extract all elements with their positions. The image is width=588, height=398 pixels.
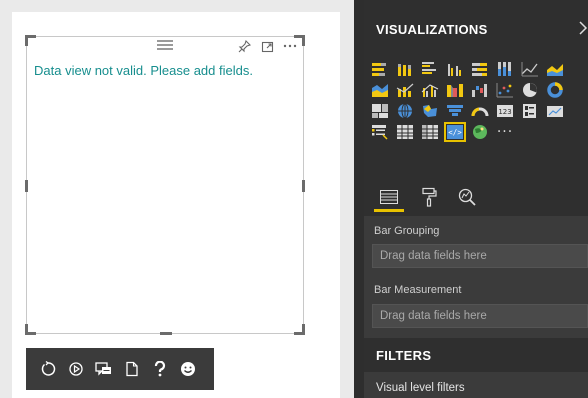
fields-tab-icon[interactable] (372, 182, 406, 212)
more-visuals-icon[interactable]: ··· (495, 123, 515, 141)
pane-separator[interactable] (354, 0, 364, 398)
visualization-gallery: 123 </> ··· (364, 58, 588, 176)
kpi-icon[interactable] (545, 102, 565, 120)
stacked-column-chart-icon[interactable] (395, 60, 415, 78)
table-icon[interactable] (395, 123, 415, 141)
filled-map-icon[interactable] (420, 102, 440, 120)
resize-handle-top-left[interactable] (25, 35, 36, 46)
multi-row-card-icon[interactable] (520, 102, 540, 120)
clustered-column-chart-icon[interactable] (445, 60, 465, 78)
funnel-chart-icon[interactable] (445, 102, 465, 120)
drag-handle-icon[interactable] (157, 40, 173, 50)
svg-text:123: 123 (498, 108, 511, 116)
format-tab-icon[interactable] (412, 182, 446, 212)
bar-measurement-placeholder: Drag data fields here (380, 310, 487, 322)
card-icon[interactable]: 123 (495, 102, 515, 120)
play-icon[interactable] (64, 357, 88, 381)
waterfall-chart-icon[interactable] (470, 81, 490, 99)
field-wells: Bar Grouping Drag data fields here Bar M… (364, 216, 588, 334)
help-icon[interactable] (148, 357, 172, 381)
chevron-right-icon[interactable] (578, 20, 588, 39)
visual-level-filters-label: Visual level filters (376, 382, 465, 394)
clustered-bar-chart-icon[interactable] (420, 60, 440, 78)
visualizations-header: VISUALIZATIONS (364, 0, 588, 58)
bar-measurement-dropzone[interactable]: Drag data fields here (372, 304, 588, 328)
resize-handle-right[interactable] (302, 180, 305, 192)
filters-body: Visual level filters (364, 372, 588, 398)
100-stacked-column-chart-icon[interactable] (495, 60, 515, 78)
stacked-area-chart-icon[interactable] (370, 81, 390, 99)
more-options-icon[interactable] (283, 39, 297, 53)
donut-chart-icon[interactable] (545, 81, 565, 99)
ribbon-chart-icon[interactable] (445, 81, 465, 99)
custom-visual-container[interactable]: Data view not valid. Please add fields. (25, 35, 305, 335)
map-icon[interactable] (395, 102, 415, 120)
smiley-icon[interactable] (176, 357, 200, 381)
analytics-tab-icon[interactable] (450, 182, 484, 212)
invalid-data-message: Data view not valid. Please add fields. (34, 63, 253, 78)
scatter-chart-icon[interactable] (495, 81, 515, 99)
export-icon[interactable] (120, 357, 144, 381)
comment-icon[interactable] (92, 357, 116, 381)
matrix-icon[interactable] (420, 123, 440, 141)
slicer-icon[interactable] (370, 123, 390, 141)
resize-handle-bottom-right[interactable] (294, 324, 305, 335)
line-and-clustered-column-chart-icon[interactable] (420, 81, 440, 99)
line-and-stacked-column-chart-icon[interactable] (395, 81, 415, 99)
filters-title: FILTERS (376, 348, 432, 363)
visualizations-tabs (364, 176, 588, 216)
area-chart-icon[interactable] (545, 60, 565, 78)
focus-mode-icon[interactable] (260, 39, 274, 53)
stacked-bar-chart-icon[interactable] (370, 60, 390, 78)
gauge-icon[interactable] (470, 102, 490, 120)
bar-grouping-dropzone[interactable]: Drag data fields here (372, 244, 588, 268)
pie-chart-icon[interactable] (520, 81, 540, 99)
globe-visual-icon[interactable] (470, 123, 490, 141)
resize-handle-left[interactable] (25, 180, 28, 192)
custom-visual-icon[interactable]: </> (444, 122, 466, 142)
pin-icon[interactable] (237, 39, 251, 53)
bar-grouping-label: Bar Grouping (374, 225, 440, 237)
resize-handle-bottom-left[interactable] (25, 324, 36, 335)
bar-grouping-placeholder: Drag data fields here (380, 250, 487, 262)
resize-handle-bottom[interactable] (160, 332, 172, 335)
visual-header-icons (237, 39, 297, 53)
custom-visual-toolbar (26, 348, 214, 390)
svg-text:</>: </> (448, 128, 462, 137)
100-stacked-bar-chart-icon[interactable] (470, 60, 490, 78)
bar-measurement-label: Bar Measurement (374, 284, 462, 296)
filters-header: FILTERS (364, 338, 588, 372)
refresh-icon[interactable] (36, 357, 60, 381)
treemap-icon[interactable] (370, 102, 390, 120)
line-chart-icon[interactable] (520, 60, 540, 78)
visualizations-title: VISUALIZATIONS (376, 22, 488, 37)
